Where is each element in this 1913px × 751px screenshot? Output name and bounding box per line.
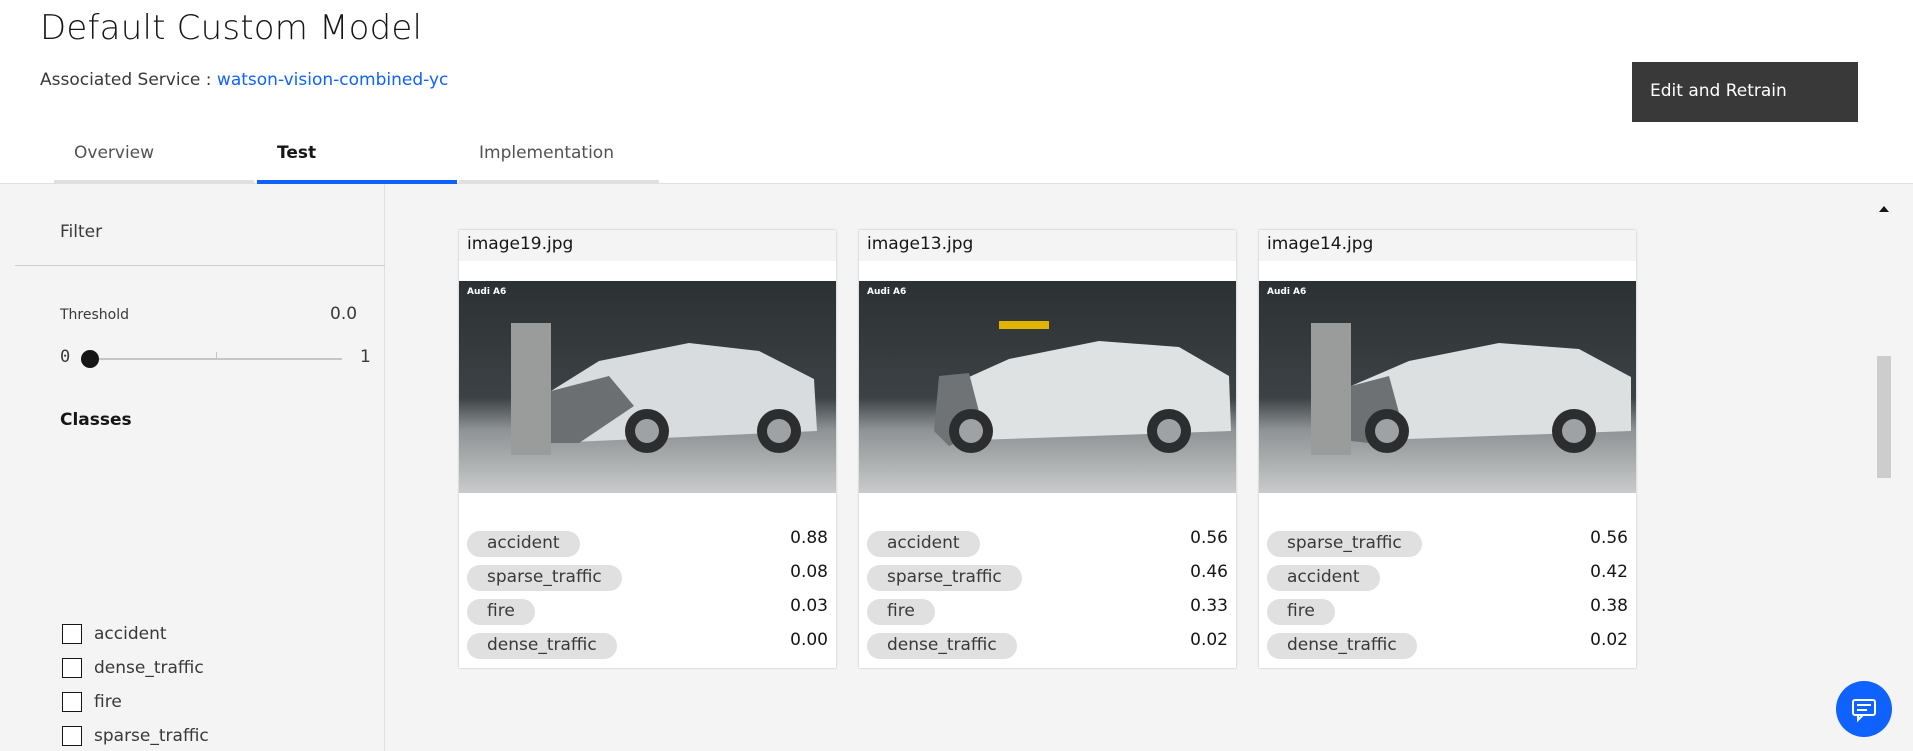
class-score: 0.38 [1590, 596, 1628, 616]
image-caption: Audi A6 [1267, 287, 1307, 297]
scrollbar-thumb[interactable] [1877, 356, 1891, 478]
classes-heading: Classes [60, 410, 132, 430]
class-score: 0.02 [1590, 630, 1628, 650]
class-score: 0.56 [1190, 528, 1228, 548]
class-score: 0.56 [1590, 528, 1628, 548]
slider-max-label: 1 [360, 347, 371, 367]
crash-car-graphic [1311, 323, 1631, 455]
score-row: accident 0.56 [867, 528, 1228, 557]
class-label: dense_traffic [94, 658, 204, 678]
score-row: sparse_traffic 0.56 [1267, 528, 1628, 557]
score-row: dense_traffic 0.02 [867, 630, 1228, 659]
edit-and-retrain-button[interactable]: Edit and Retrain [1632, 62, 1858, 122]
class-score: 0.46 [1190, 562, 1228, 582]
class-score: 0.88 [790, 528, 828, 548]
class-tag: fire [1267, 599, 1335, 625]
class-score: 0.03 [790, 596, 828, 616]
class-tag: dense_traffic [1267, 633, 1417, 659]
score-row: dense_traffic 0.02 [1267, 630, 1628, 659]
chat-icon [1852, 699, 1876, 723]
class-tag: fire [867, 599, 935, 625]
crash-test-image: Audi A6 [459, 281, 836, 493]
crash-car-graphic [934, 321, 1231, 453]
score-row: accident 0.88 [467, 528, 828, 557]
class-tag: dense_traffic [467, 633, 617, 659]
service-label: Associated Service : [40, 70, 212, 90]
checkbox[interactable] [62, 624, 82, 644]
class-tag: accident [867, 531, 980, 557]
chat-button[interactable] [1836, 681, 1892, 737]
class-score: 0.42 [1590, 562, 1628, 582]
service-link[interactable]: watson-vision-combined-yc [217, 70, 448, 90]
score-row: sparse_traffic 0.46 [867, 562, 1228, 591]
class-tag: dense_traffic [867, 633, 1017, 659]
result-card[interactable]: image19.jpg Audi A6 accident 0.88 sparse… [459, 230, 836, 668]
filter-sidebar: Filter Threshold 0.0 0 1 Classes acciden… [0, 184, 385, 751]
class-filter-fire[interactable]: fire [62, 690, 122, 714]
class-filter-accident[interactable]: accident [62, 622, 167, 646]
checkbox[interactable] [62, 726, 82, 746]
score-row: fire 0.03 [467, 596, 828, 625]
associated-service: Associated Service : watson-vision-combi… [40, 70, 448, 90]
class-tag: sparse_traffic [467, 565, 622, 591]
slider-midpoint-tick [216, 352, 217, 358]
result-card[interactable]: image14.jpg Audi A6 sparse_traffic 0.56 … [1259, 230, 1636, 668]
class-score: 0.33 [1190, 596, 1228, 616]
tab-overview[interactable]: Overview [54, 128, 254, 184]
checkbox[interactable] [62, 692, 82, 712]
class-tag: accident [1267, 565, 1380, 591]
page-title: Default Custom Model [40, 8, 423, 48]
tab-test[interactable]: Test [257, 128, 457, 184]
threshold-value: 0.0 [330, 304, 358, 324]
class-score: 0.08 [790, 562, 828, 582]
card-filename: image13.jpg [859, 230, 1236, 261]
checkbox[interactable] [62, 658, 82, 678]
threshold-slider-track[interactable] [90, 358, 342, 360]
result-card[interactable]: image13.jpg Audi A6 accident 0.56 sparse… [859, 230, 1236, 668]
class-tag: sparse_traffic [867, 565, 1022, 591]
card-filename: image19.jpg [459, 230, 836, 261]
filter-divider [15, 265, 385, 266]
score-row: dense_traffic 0.00 [467, 630, 828, 659]
crash-test-image: Audi A6 [859, 281, 1236, 493]
score-row: sparse_traffic 0.08 [467, 562, 828, 591]
class-tag: sparse_traffic [1267, 531, 1422, 557]
card-filename: image14.jpg [1259, 230, 1636, 261]
score-row: fire 0.33 [867, 596, 1228, 625]
tab-implementation[interactable]: Implementation [459, 128, 659, 184]
class-tag: accident [467, 531, 580, 557]
class-filter-sparse-traffic[interactable]: sparse_traffic [62, 724, 209, 748]
class-filter-dense-traffic[interactable]: dense_traffic [62, 656, 204, 680]
page-header: Default Custom Model Associated Service … [0, 0, 1913, 184]
class-label: fire [94, 692, 122, 712]
image-caption: Audi A6 [867, 287, 907, 297]
class-label: sparse_traffic [94, 726, 209, 746]
class-score: 0.00 [790, 630, 828, 650]
class-tag: fire [467, 599, 535, 625]
score-row: fire 0.38 [1267, 596, 1628, 625]
class-label: accident [94, 624, 167, 644]
crash-test-image: Audi A6 [1259, 281, 1636, 493]
test-content: Filter Threshold 0.0 0 1 Classes acciden… [0, 184, 1913, 751]
image-caption: Audi A6 [467, 287, 507, 297]
crash-car-graphic [511, 323, 817, 455]
filter-label: Filter [60, 222, 103, 242]
class-score: 0.02 [1190, 630, 1228, 650]
threshold-slider-handle[interactable] [81, 350, 99, 368]
slider-min-label: 0 [60, 347, 71, 367]
threshold-label: Threshold [60, 307, 129, 323]
scroll-up-arrow-icon[interactable] [1879, 206, 1889, 212]
score-row: accident 0.42 [1267, 562, 1628, 591]
